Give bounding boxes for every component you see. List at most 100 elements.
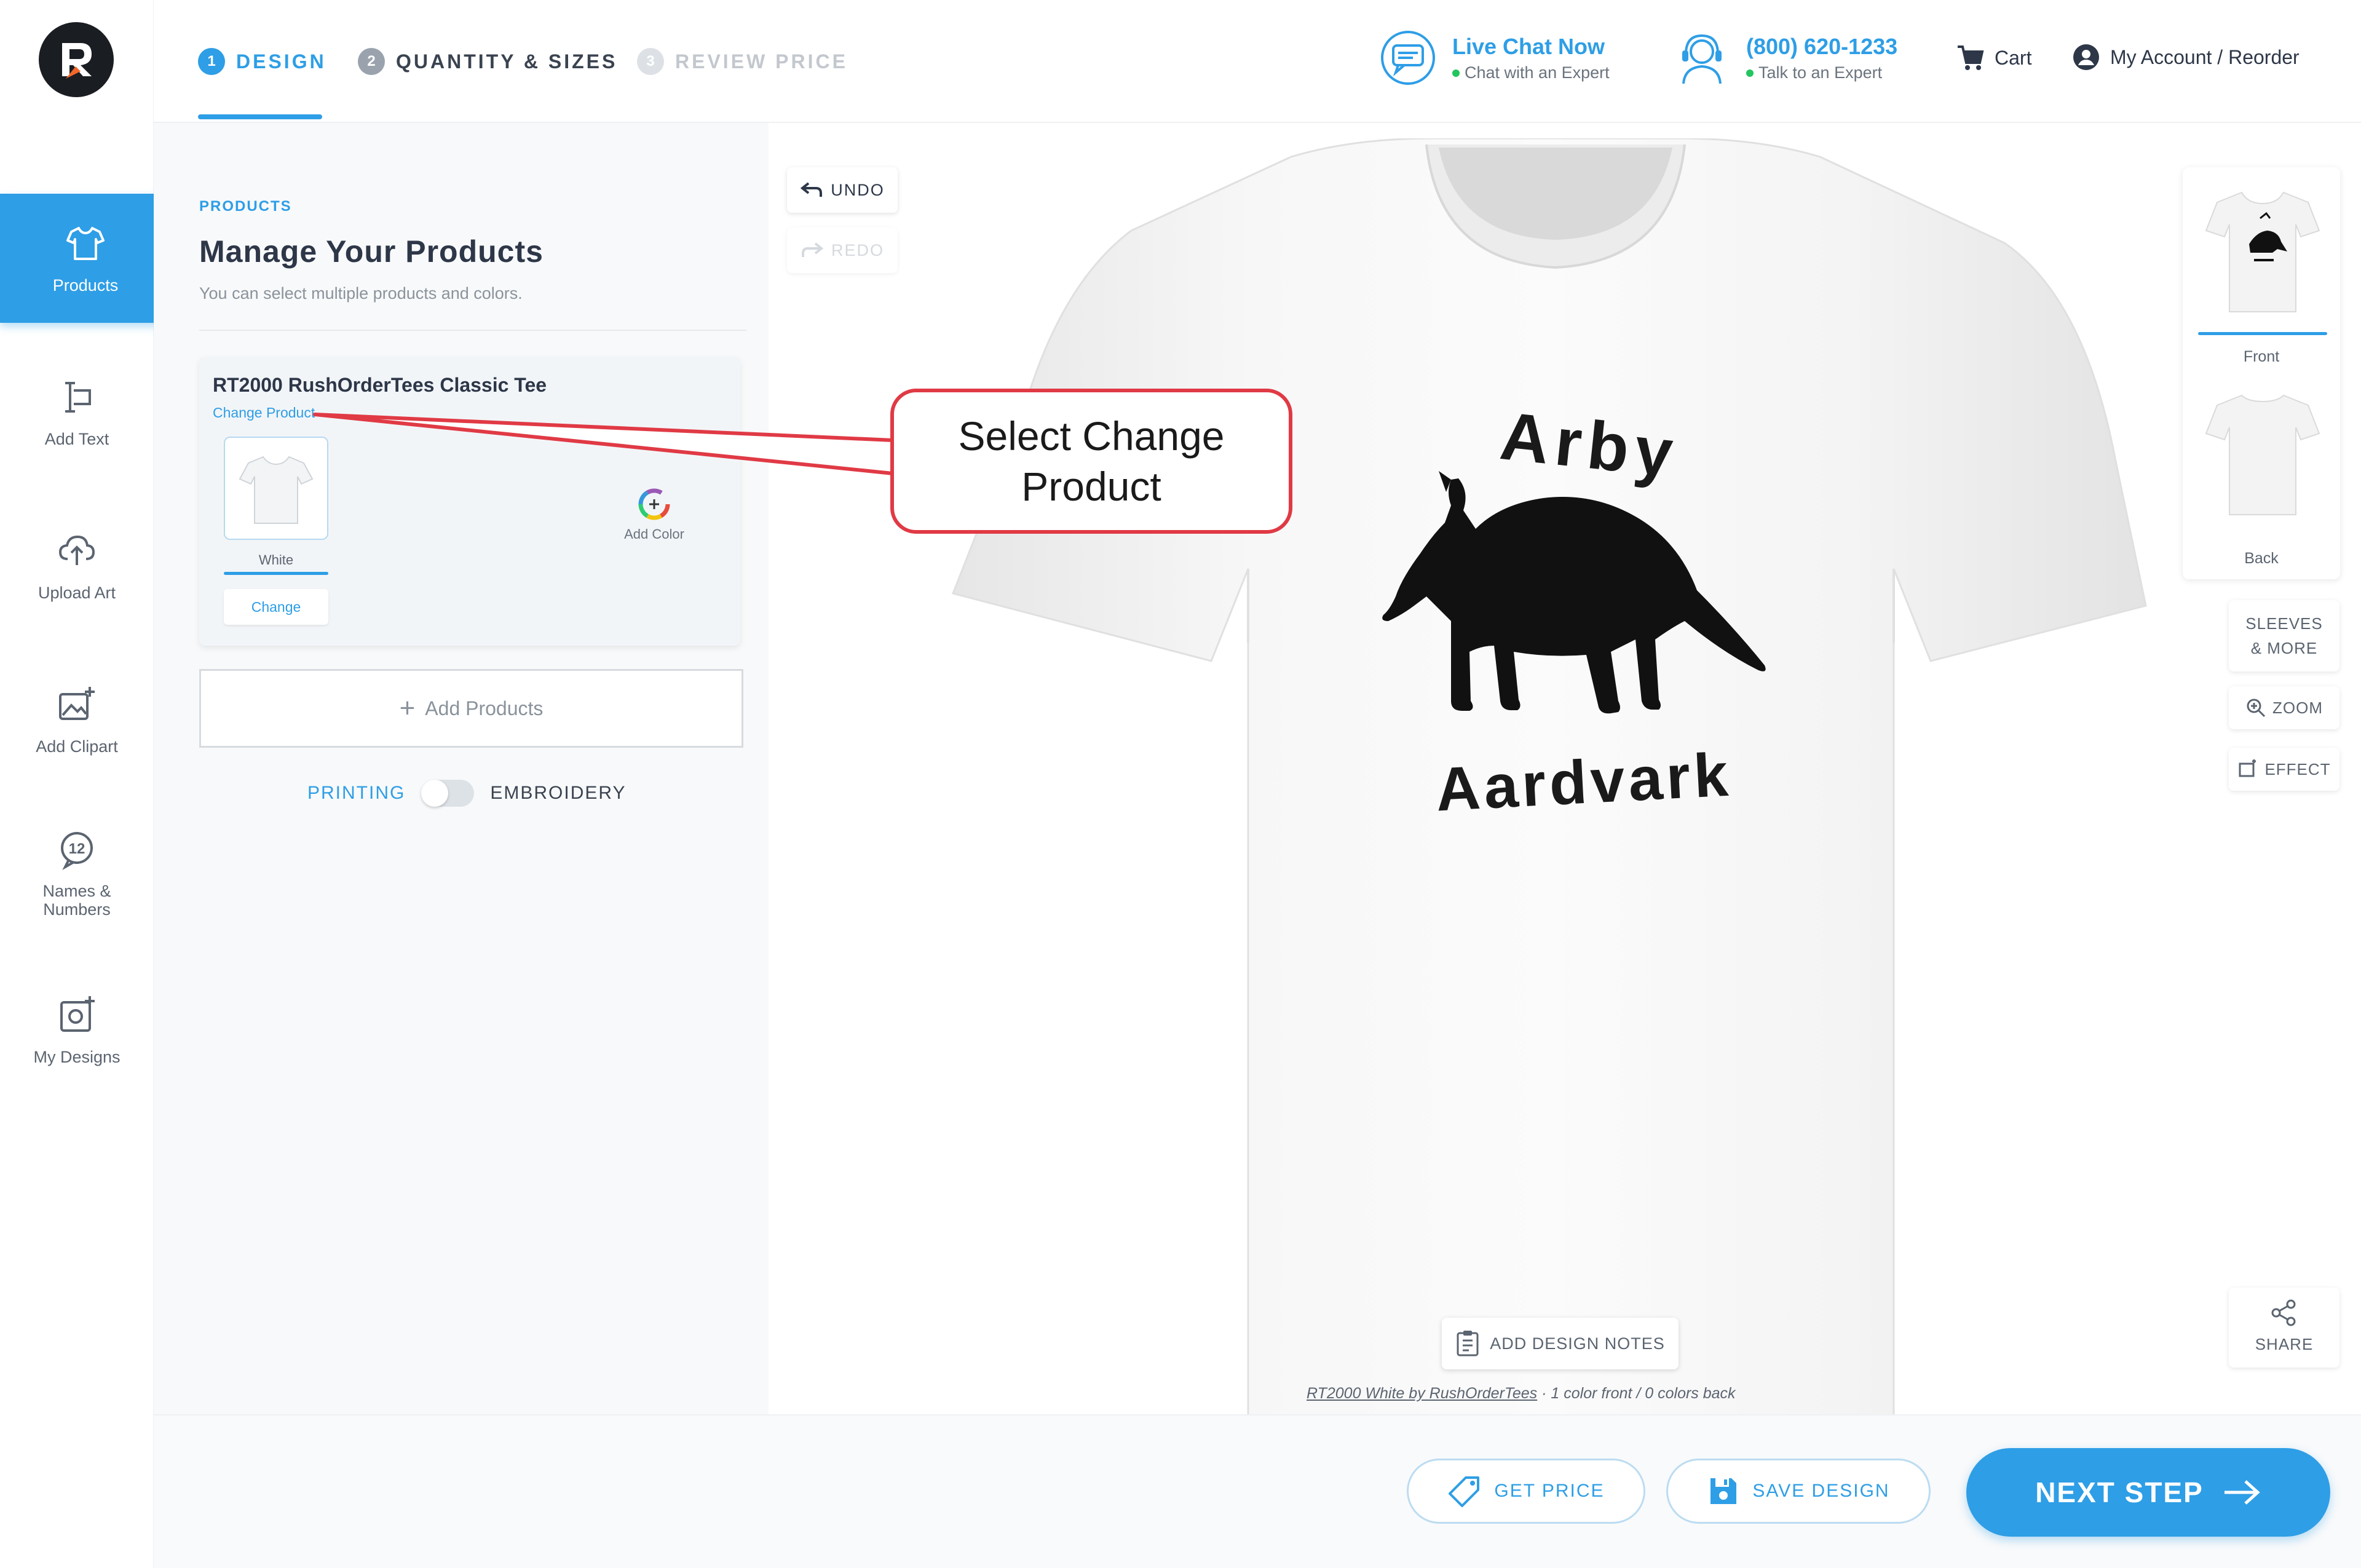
- sidebar-item-my-designs[interactable]: My Designs: [0, 965, 154, 1095]
- sleeves-more-button[interactable]: SLEEVES & MORE: [2229, 600, 2339, 671]
- undo-icon: [801, 182, 823, 197]
- live-chat-link[interactable]: Live Chat Now Chat with an Expert: [1377, 27, 1610, 89]
- user-circle-icon: [2073, 44, 2099, 70]
- account-label: My Account / Reorder: [2110, 46, 2300, 68]
- sidebar-item-upload-art[interactable]: Upload Art: [0, 501, 154, 630]
- save-design-button[interactable]: SAVE DESIGN: [1666, 1459, 1931, 1524]
- redo-label: REDO: [831, 240, 884, 259]
- tshirt-thumbnail-icon: [239, 456, 314, 524]
- sidebar-item-names-numbers[interactable]: 12 Names & Numbers: [0, 809, 154, 938]
- caption-front-colors: · 1 color front: [1537, 1385, 1632, 1402]
- text-cursor-icon: [65, 382, 91, 413]
- selected-color-indicator: [224, 572, 328, 575]
- step-label: REVIEW PRICE: [675, 50, 848, 73]
- panel-breadcrumb: PRODUCTS: [199, 198, 292, 215]
- front-view-thumbnail[interactable]: [2198, 180, 2327, 321]
- color-swatch-white[interactable]: [224, 437, 328, 540]
- sidebar-item-label: Upload Art: [38, 584, 116, 602]
- embroidery-label[interactable]: EMBROIDERY: [490, 783, 626, 804]
- phone-number: (800) 620-1233: [1746, 33, 1898, 59]
- zoom-icon: [2247, 699, 2266, 718]
- chat-bubble-icon: [1381, 31, 1435, 85]
- step-review-price[interactable]: 3 REVIEW PRICE: [637, 48, 848, 75]
- product-caption-link[interactable]: RT2000 White by RushOrderTees: [1307, 1385, 1537, 1402]
- step-label: DESIGN: [236, 50, 326, 73]
- back-view-label: Back: [2244, 550, 2279, 567]
- image-add-icon: [59, 687, 95, 720]
- left-toolbar: Products Add Text Upload Art Add Clipart…: [0, 0, 171, 1568]
- panel-title: Manage Your Products: [199, 234, 544, 269]
- add-design-notes-button[interactable]: ADD DESIGN NOTES: [1442, 1318, 1679, 1369]
- cart-label: Cart: [1995, 46, 2032, 69]
- sidebar-item-label: My Designs: [33, 1048, 121, 1066]
- aardvark-clipart[interactable]: [1377, 467, 1771, 726]
- share-button[interactable]: SHARE: [2229, 1288, 2339, 1368]
- undo-button[interactable]: UNDO: [787, 167, 898, 213]
- product-name: RT2000 RushOrderTees Classic Tee: [213, 374, 547, 396]
- share-label: SHARE: [2255, 1335, 2314, 1353]
- step-quantity-sizes[interactable]: 2 QUANTITY & SIZES: [358, 48, 617, 75]
- tshirt-icon: [66, 227, 105, 260]
- product-card: RT2000 RushOrderTees Classic Tee Change …: [199, 357, 740, 646]
- step-number: 1: [198, 48, 225, 75]
- get-price-button[interactable]: GET PRICE: [1407, 1459, 1645, 1524]
- effect-button[interactable]: EFFECT: [2229, 748, 2339, 791]
- back-view-thumbnail[interactable]: [2198, 382, 2327, 524]
- add-design-notes-label: ADD DESIGN NOTES: [1490, 1334, 1665, 1353]
- step-label: QUANTITY & SIZES: [396, 50, 618, 73]
- designs-icon: [60, 996, 95, 1032]
- headset-icon: [1682, 34, 1722, 84]
- logo-r-icon: [62, 43, 92, 79]
- redo-icon: [801, 242, 824, 257]
- callout-text-line2: Product: [1021, 464, 1161, 509]
- caption-back-colors: / 0 colors back: [1632, 1385, 1736, 1402]
- cloud-upload-icon: [58, 535, 95, 565]
- panel-description: You can select multiple products and col…: [199, 284, 523, 303]
- panel-divider: [199, 330, 746, 331]
- next-step-button[interactable]: NEXT STEP: [1966, 1448, 2330, 1537]
- cart-link[interactable]: Cart: [1955, 43, 2031, 73]
- add-products-label: Add Products: [425, 697, 544, 719]
- redo-button[interactable]: REDO: [787, 228, 898, 273]
- undo-label: UNDO: [831, 180, 885, 199]
- tshirt-back-icon: [2205, 394, 2320, 515]
- sidebar-item-add-clipart[interactable]: Add Clipart: [0, 655, 154, 784]
- sleeves-label-line1: SLEEVES: [2245, 614, 2323, 633]
- effect-label: EFFECT: [2264, 760, 2331, 778]
- view-switcher: Front Back: [2183, 167, 2340, 579]
- number-badge-icon: 12: [61, 832, 93, 871]
- sidebar-item-label: Names & Numbers: [42, 882, 111, 919]
- change-color-button[interactable]: Change: [224, 589, 328, 625]
- save-design-label: SAVE DESIGN: [1752, 1481, 1890, 1501]
- add-products-button[interactable]: + Add Products: [199, 669, 743, 748]
- color-wheel-icon: [638, 488, 670, 520]
- step-number: 3: [637, 48, 664, 75]
- printing-label[interactable]: PRINTING: [307, 783, 405, 804]
- active-step-indicator: [198, 114, 322, 119]
- zoom-button[interactable]: ZOOM: [2229, 686, 2339, 729]
- get-price-label: GET PRICE: [1494, 1481, 1605, 1501]
- next-step-label: NEXT STEP: [2035, 1476, 2204, 1508]
- step-design[interactable]: 1 DESIGN: [198, 48, 326, 75]
- live-chat-subtitle: Chat with an Expert: [1465, 63, 1610, 82]
- add-color-label: Add Color: [624, 526, 684, 542]
- color-name: White: [258, 552, 294, 568]
- cart-icon: [1958, 46, 1984, 70]
- online-dot: [1452, 69, 1460, 77]
- print-method-toggle[interactable]: [421, 780, 475, 807]
- sidebar-item-products[interactable]: Products: [0, 194, 171, 323]
- front-view-label: Front: [2243, 348, 2280, 365]
- add-color-button[interactable]: Add Color: [617, 486, 691, 542]
- phone-link[interactable]: (800) 620-1233 Talk to an Expert: [1671, 27, 1897, 89]
- step-number: 2: [358, 48, 385, 75]
- sleeves-label-line2: & MORE: [2250, 639, 2318, 657]
- svg-text:12: 12: [69, 841, 85, 857]
- save-icon: [1710, 1478, 1737, 1504]
- phone-subtitle: Talk to an Expert: [1758, 63, 1883, 82]
- sidebar-item-label: Add Clipart: [36, 737, 118, 756]
- sidebar-item-add-text[interactable]: Add Text: [0, 347, 154, 477]
- account-link[interactable]: My Account / Reorder: [2072, 43, 2300, 71]
- arrow-right-icon: [2224, 1480, 2260, 1505]
- brand-logo[interactable]: [39, 22, 114, 97]
- change-product-link[interactable]: Change Product: [213, 405, 315, 421]
